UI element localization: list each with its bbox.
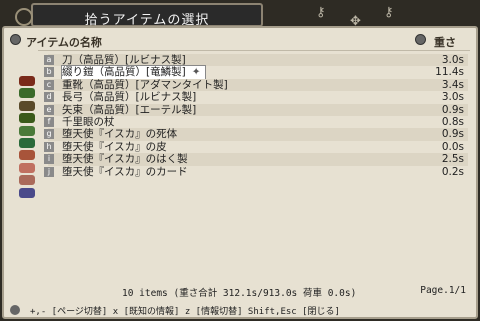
list-item[interactable]: h 堕天使『イスカ』の皮 0.0s xyxy=(44,140,468,153)
list-item[interactable]: c 重靴（高品質）[アダマンタイト製] 3.4s xyxy=(44,78,468,92)
item-key: j xyxy=(44,166,54,177)
item-weight: 3.0s xyxy=(441,54,464,66)
armor-icon xyxy=(16,84,38,99)
item-key: h xyxy=(44,141,54,152)
item-name: 刀（高品質）[ルビナス製] xyxy=(62,54,186,66)
column-weight: 重さ xyxy=(434,36,456,49)
staff-icon xyxy=(16,134,38,148)
item-weight: 0.9s xyxy=(441,128,464,141)
help-bullet-icon xyxy=(10,305,20,315)
item-weight: 0.8s xyxy=(441,115,464,128)
column-name: アイテムの名称 xyxy=(26,36,102,49)
item-list-panel: アイテムの名称 重さ a 刀（高品質）[ルビナス製] 3.0s b 綴り鎧（高品質）[竜… xyxy=(2,26,478,319)
bow-icon xyxy=(16,109,38,124)
item-name: 堕天使『イスカ』のはく製 xyxy=(62,153,188,166)
item-weight: 3.0s xyxy=(441,91,464,104)
item-name: 堕天使『イスカ』の皮 xyxy=(62,140,167,153)
item-name: 重靴（高品質）[アダマンタイト製] xyxy=(62,78,228,91)
item-key: f xyxy=(44,116,54,127)
skin-icon xyxy=(16,159,38,173)
page-indicator: Page.1/1 xyxy=(420,285,466,296)
header-divider xyxy=(38,50,470,51)
window-title-tab: 拾うアイテムの選択 xyxy=(15,3,263,28)
item-rows: a 刀（高品質）[ルビナス製] 3.0s b 綴り鎧（高品質）[竜鱗製] ✦ 11.4s c 重… xyxy=(44,54,468,178)
item-weight: 0.2s xyxy=(441,165,464,178)
hanging-hook-icon: ⚷ xyxy=(316,5,326,20)
item-weight: 3.4s xyxy=(441,78,464,91)
list-item[interactable]: f 千里眼の杖 0.8s xyxy=(44,115,468,128)
item-key: b xyxy=(44,67,54,78)
item-weight: 11.4s xyxy=(435,66,464,79)
arrows-icon xyxy=(16,122,38,136)
list-item[interactable]: j 堕天使『イスカ』のカード 0.2s xyxy=(44,165,468,178)
title-ornament-icon xyxy=(15,8,33,26)
list-item[interactable]: d 長弓（高品質）[ルビナス製] 3.0s xyxy=(44,91,468,104)
item-name: 矢束（高品質）[エーテル製] xyxy=(62,103,197,116)
item-summary: 10 items (重さ合計 312.1s/913.0s 荷車 0.0s) xyxy=(122,288,357,299)
boots-icon xyxy=(16,97,38,111)
item-key: g xyxy=(44,129,54,140)
header-bullet-icon-2 xyxy=(415,34,426,45)
selection-marker: ✦ xyxy=(191,66,201,79)
item-key: a xyxy=(44,55,54,65)
item-weight: 2.5s xyxy=(441,153,464,166)
item-weight: 0.9s xyxy=(441,103,464,116)
corpse-icon xyxy=(16,146,38,161)
item-name: 長弓（高品質）[ルビナス製] xyxy=(62,91,197,104)
item-key: c xyxy=(44,79,54,90)
list-item[interactable]: a 刀（高品質）[ルビナス製] 3.0s xyxy=(44,54,468,67)
item-key: e xyxy=(44,104,54,115)
list-item[interactable]: g 堕天使『イスカ』の死体 0.9s xyxy=(44,128,468,141)
item-name: 堕天使『イスカ』のカード xyxy=(62,165,188,178)
header-bullet-icon xyxy=(10,34,21,45)
item-name: 千里眼の杖 xyxy=(62,115,115,128)
hanging-hook-icon-2: ⚷ xyxy=(384,5,394,20)
item-name: 堕天使『イスカ』の死体 xyxy=(62,128,178,141)
list-item[interactable]: e 矢束（高品質）[エーテル製] 0.9s xyxy=(44,103,468,116)
list-item[interactable]: b 綴り鎧（高品質）[竜鱗製] ✦ 11.4s xyxy=(44,65,468,80)
figurine-icon xyxy=(16,171,38,186)
item-key: i xyxy=(44,154,54,165)
list-header: アイテムの名称 重さ xyxy=(4,34,476,49)
key-help-text: +,- [ページ切替] x [既知の情報] z [情報切替] Shift,Esc… xyxy=(30,307,340,317)
item-weight: 0.0s xyxy=(441,140,464,153)
item-name: 綴り鎧（高品質）[竜鱗製] ✦ xyxy=(61,65,206,80)
list-item[interactable]: i 堕天使『イスカ』のはく製 2.5s xyxy=(44,153,468,166)
katana-icon xyxy=(16,72,38,86)
item-icon-column xyxy=(16,72,40,198)
card-icon xyxy=(16,184,38,198)
item-key: d xyxy=(44,92,54,103)
